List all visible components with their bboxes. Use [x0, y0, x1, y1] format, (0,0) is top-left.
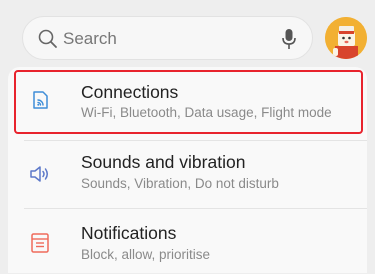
settings-item-notifications[interactable]: Notifications Block, allow, prioritise: [8, 210, 367, 274]
settings-screen: Search Connections Wi-Fi, Bluetooth, Dat…: [0, 0, 375, 273]
search-icon: [38, 29, 57, 48]
settings-item-title: Notifications: [81, 223, 177, 243]
settings-list: Connections Wi-Fi, Bluetooth, Data usage…: [8, 67, 367, 273]
notifications-icon: [31, 233, 49, 253]
avatar[interactable]: [325, 17, 367, 59]
settings-item-sounds-and-vibration[interactable]: Sounds and vibration Sounds, Vibration, …: [8, 142, 367, 206]
highlight-box: [14, 70, 363, 134]
mic-icon[interactable]: [280, 27, 298, 51]
settings-item-title: Sounds and vibration: [81, 152, 246, 172]
divider: [24, 140, 367, 141]
search-placeholder: Search: [63, 29, 117, 48]
speaker-icon: [30, 166, 48, 182]
search-bar[interactable]: Search: [22, 16, 313, 60]
settings-item-subtitle: Block, allow, prioritise: [81, 247, 211, 262]
divider: [24, 208, 367, 209]
avatar-icon: [325, 17, 367, 59]
settings-item-subtitle: Sounds, Vibration, Do not disturb: [81, 176, 279, 191]
